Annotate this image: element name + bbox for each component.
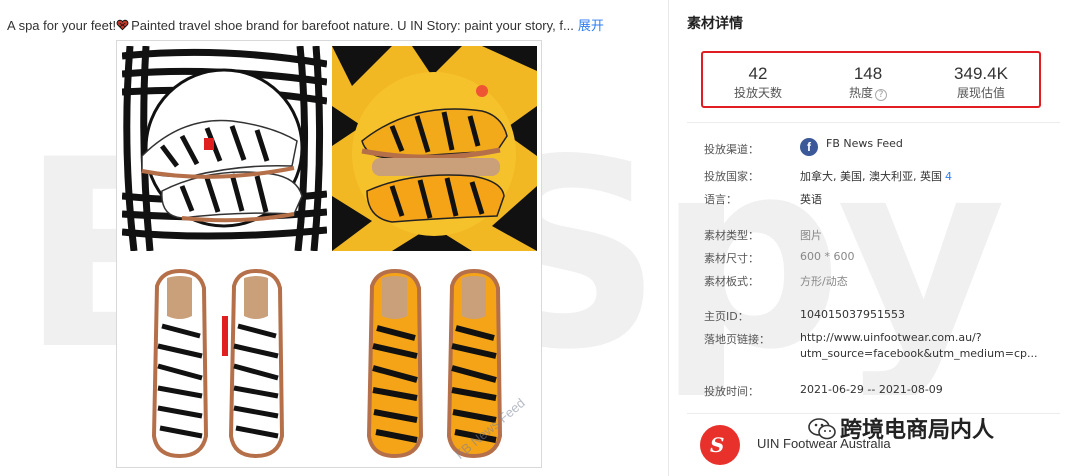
landing-key: 落地页链接： — [704, 333, 770, 346]
advertiser-logo[interactable]: S — [700, 425, 740, 465]
stat-heat: 148 热度? — [813, 63, 923, 101]
type-key: 素材类型： — [704, 229, 759, 242]
countries-value-wrap: 加拿大, 美国, 澳大利亚, 英国 4 — [800, 168, 952, 184]
panel-divider — [668, 0, 669, 476]
ad-description-text: Painted travel shoe brand for barefoot n… — [131, 18, 574, 33]
type-value: 图片 — [800, 229, 822, 242]
wechat-icon — [808, 418, 836, 440]
details-panel: 素材详情 42 投放天数 148 热度? 349.4K 展现估值 投放渠道： f… — [687, 0, 1080, 476]
expand-link[interactable]: 展开 — [578, 18, 604, 33]
size-value: 600 * 600 — [800, 250, 855, 263]
wechat-watermark-text: 跨境电商局内人 — [840, 418, 995, 443]
page-id-key: 主页ID： — [704, 310, 749, 323]
channel-value: FB News Feed — [826, 137, 903, 150]
stat-impressions-value: 349.4K — [954, 64, 1008, 83]
help-icon[interactable]: ? — [875, 89, 887, 101]
countries-key: 投放国家： — [704, 170, 759, 183]
ad-preview-panel: A spa for your feet! Painted travel shoe … — [0, 0, 668, 476]
facebook-icon: f — [800, 138, 818, 156]
countries-more-link[interactable]: 4 — [945, 170, 952, 183]
stat-heat-value: 148 — [853, 64, 883, 83]
landing-value-line1[interactable]: http://www.uinfootwear.com.au/? — [800, 331, 982, 344]
ad-description: A spa for your feet! Painted travel shoe … — [7, 15, 604, 34]
channel-key: 投放渠道： — [704, 143, 759, 156]
stat-days-label: 投放天数 — [733, 86, 782, 100]
stat-impressions-label: 展现估值 — [956, 86, 1005, 100]
stat-heat-label-wrap: 热度? — [813, 85, 923, 101]
divider-line — [687, 122, 1060, 123]
format-value: 方形/动态 — [800, 275, 848, 288]
wechat-watermark: 跨境电商局内人 — [808, 412, 994, 444]
heart-icon — [116, 19, 129, 31]
language-value: 英语 — [800, 193, 822, 206]
countries-value: 加拿大, 美国, 澳大利亚, 英国 — [800, 170, 942, 183]
stats-highlight-box: 42 投放天数 148 热度? 349.4K 展现估值 — [701, 51, 1041, 108]
language-key: 语言： — [704, 193, 737, 206]
stat-days: 42 投放天数 — [703, 63, 813, 101]
zebra-shoe-tile — [122, 46, 327, 251]
ad-creative-image[interactable]: FB News Feed — [116, 40, 542, 468]
stat-days-value: 42 — [748, 64, 768, 83]
details-title: 素材详情 — [687, 16, 743, 32]
ad-description-lead: A spa for your feet! — [7, 18, 117, 33]
format-key: 素材板式： — [704, 275, 759, 288]
stat-impressions: 349.4K 展现估值 — [926, 63, 1036, 101]
landing-value-line2[interactable]: utm_source=facebook&utm_medium=cp... — [800, 347, 1038, 360]
channel-value-wrap: f FB News Feed — [800, 137, 903, 156]
page-id-value: 104015037951553 — [800, 308, 905, 321]
size-key: 素材尺寸： — [704, 252, 759, 265]
tiger-shoe-tile — [332, 46, 537, 251]
stat-heat-label: 热度 — [848, 86, 873, 100]
time-key: 投放时间： — [704, 385, 759, 398]
time-value: 2021-06-29 -- 2021-08-09 — [800, 383, 943, 396]
